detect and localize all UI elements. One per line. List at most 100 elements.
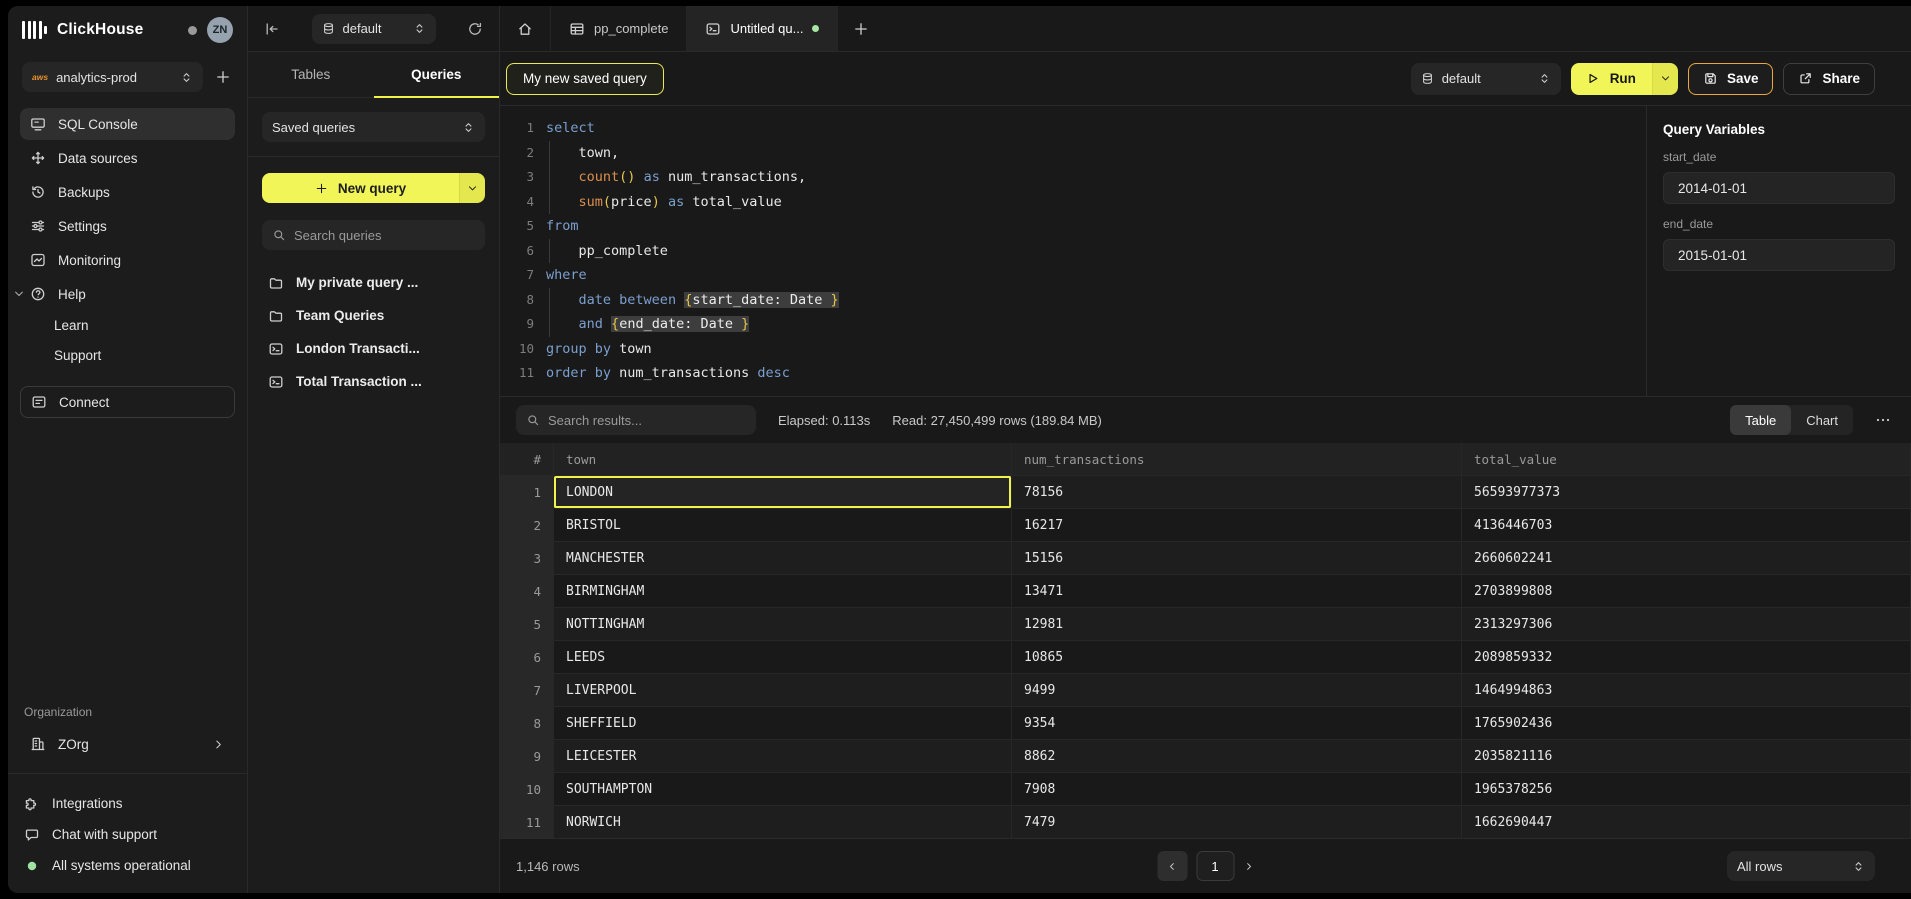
sidebar-item-learn[interactable]: Learn — [8, 310, 247, 340]
row-number[interactable]: 4 — [500, 575, 554, 608]
cell-town[interactable]: SOUTHAMPTON — [554, 773, 1012, 806]
cell-town[interactable]: LEICESTER — [554, 740, 1012, 773]
new-tab-button[interactable] — [838, 6, 884, 51]
cell-num-transactions[interactable]: 15156 — [1012, 542, 1462, 575]
saved-queries-selector[interactable]: Saved queries — [262, 112, 485, 142]
cell-num-transactions[interactable]: 7908 — [1012, 773, 1462, 806]
sidebar-item-backups[interactable]: Backups — [20, 176, 235, 208]
new-query-dropdown-button[interactable] — [459, 173, 485, 203]
cell-town[interactable]: NORWICH — [554, 806, 1012, 838]
cell-total-value[interactable]: 1965378256 — [1462, 773, 1911, 806]
row-number[interactable]: 2 — [500, 509, 554, 542]
sidebar-item-sql-console[interactable]: SQL Console — [20, 108, 235, 140]
cell-num-transactions[interactable]: 12981 — [1012, 608, 1462, 641]
sidebar-item-all-systems-operational[interactable]: All systems operational — [8, 850, 247, 881]
organization-selector[interactable]: ZOrg — [20, 727, 235, 761]
tab-queries[interactable]: Queries — [374, 52, 500, 97]
column-header-town[interactable]: town — [554, 443, 1012, 476]
cell-town[interactable]: LONDON — [554, 476, 1012, 509]
search-queries-input[interactable] — [294, 228, 475, 243]
sidebar-item-monitoring[interactable]: Monitoring — [20, 244, 235, 276]
run-button[interactable]: Run — [1571, 63, 1652, 95]
saved-query-team-queries[interactable]: Team Queries — [262, 299, 485, 332]
cell-town[interactable]: BIRMINGHAM — [554, 575, 1012, 608]
sidebar-item-settings[interactable]: Settings — [20, 210, 235, 242]
tab-untitled-qu[interactable]: Untitled qu... — [687, 6, 838, 51]
next-page-button[interactable] — [1243, 861, 1254, 872]
sidebar-item-data-sources[interactable]: Data sources — [20, 142, 235, 174]
new-query-button[interactable]: New query — [262, 173, 459, 203]
column-header-index[interactable]: # — [500, 443, 554, 476]
cell-num-transactions[interactable]: 8862 — [1012, 740, 1462, 773]
cell-num-transactions[interactable]: 78156 — [1012, 476, 1462, 509]
cell-num-transactions[interactable]: 16217 — [1012, 509, 1462, 542]
cell-num-transactions[interactable]: 9499 — [1012, 674, 1462, 707]
cell-num-transactions[interactable]: 10865 — [1012, 641, 1462, 674]
sidebar-item-support[interactable]: Support — [8, 340, 247, 370]
cell-total-value[interactable]: 2089859332 — [1462, 641, 1911, 674]
sidebar-item-integrations[interactable]: Integrations — [8, 788, 247, 819]
cell-num-transactions[interactable]: 13471 — [1012, 575, 1462, 608]
cell-total-value[interactable]: 2035821116 — [1462, 740, 1911, 773]
row-number[interactable]: 11 — [500, 806, 554, 838]
add-service-button[interactable] — [213, 67, 233, 87]
cell-town[interactable]: SHEFFIELD — [554, 707, 1012, 740]
notification-dot[interactable] — [188, 26, 197, 35]
cell-total-value[interactable]: 2313297306 — [1462, 608, 1911, 641]
start_date-input[interactable] — [1663, 172, 1895, 204]
more-options-icon[interactable] — [1875, 412, 1891, 428]
view-tab-table[interactable]: Table — [1730, 405, 1791, 435]
cell-total-value[interactable]: 1464994863 — [1462, 674, 1911, 707]
query-database-selector[interactable]: default — [1411, 63, 1561, 95]
row-number[interactable]: 7 — [500, 674, 554, 707]
cell-num-transactions[interactable]: 7479 — [1012, 806, 1462, 838]
user-avatar[interactable]: ZN — [207, 17, 233, 43]
saved-query-my-private-query[interactable]: My private query ... — [262, 266, 485, 299]
end_date-input[interactable] — [1663, 239, 1895, 271]
home-tab[interactable] — [500, 6, 550, 51]
cell-total-value[interactable]: 56593977373 — [1462, 476, 1911, 509]
cell-total-value[interactable]: 4136446703 — [1462, 509, 1911, 542]
cell-town[interactable]: LEEDS — [554, 641, 1012, 674]
row-number[interactable]: 5 — [500, 608, 554, 641]
panel-tabs: TablesQueries — [248, 52, 499, 98]
cell-total-value[interactable]: 2660602241 — [1462, 542, 1911, 575]
cell-town[interactable]: LIVERPOOL — [554, 674, 1012, 707]
service-selector[interactable]: aws analytics-prod — [22, 62, 203, 92]
row-number[interactable]: 3 — [500, 542, 554, 575]
sidebar-item-help[interactable]: Help — [20, 278, 235, 310]
page-number[interactable]: 1 — [1196, 851, 1234, 881]
column-header-num-transactions[interactable]: num_transactions — [1012, 443, 1462, 476]
refresh-icon[interactable] — [467, 21, 483, 37]
cell-town[interactable]: MANCHESTER — [554, 542, 1012, 575]
saved-query-london-transacti[interactable]: London Transacti... — [262, 332, 485, 365]
sql-editor[interactable]: 1select2 town,3 count() as num_transacti… — [500, 106, 1646, 396]
share-button[interactable]: Share — [1783, 63, 1875, 95]
saved-query-total-transaction[interactable]: Total Transaction ... — [262, 365, 485, 398]
cell-total-value[interactable]: 1765902436 — [1462, 707, 1911, 740]
cell-town[interactable]: BRISTOL — [554, 509, 1012, 542]
query-name-tab[interactable]: My new saved query — [506, 63, 664, 95]
tab-pp-complete[interactable]: pp_complete — [550, 6, 687, 51]
row-number[interactable]: 8 — [500, 707, 554, 740]
cell-total-value[interactable]: 2703899808 — [1462, 575, 1911, 608]
save-button[interactable]: Save — [1688, 63, 1774, 95]
collapse-sidebar-icon[interactable] — [264, 21, 280, 37]
row-number[interactable]: 6 — [500, 641, 554, 674]
run-options-button[interactable] — [1652, 63, 1678, 95]
row-number[interactable]: 9 — [500, 740, 554, 773]
tab-tables[interactable]: Tables — [248, 52, 374, 97]
database-selector[interactable]: default — [312, 14, 436, 44]
previous-page-button[interactable] — [1157, 851, 1187, 881]
row-number[interactable]: 1 — [500, 476, 554, 509]
cell-town[interactable]: NOTTINGHAM — [554, 608, 1012, 641]
connect-button[interactable]: Connect — [20, 386, 235, 418]
cell-num-transactions[interactable]: 9354 — [1012, 707, 1462, 740]
page-size-selector[interactable]: All rows — [1727, 851, 1875, 881]
cell-total-value[interactable]: 1662690447 — [1462, 806, 1911, 838]
column-header-total-value[interactable]: total_value — [1462, 443, 1911, 476]
sidebar-item-chat-with-support[interactable]: Chat with support — [8, 819, 247, 850]
search-results-input[interactable] — [548, 413, 746, 428]
row-number[interactable]: 10 — [500, 773, 554, 806]
view-tab-chart[interactable]: Chart — [1791, 405, 1853, 435]
